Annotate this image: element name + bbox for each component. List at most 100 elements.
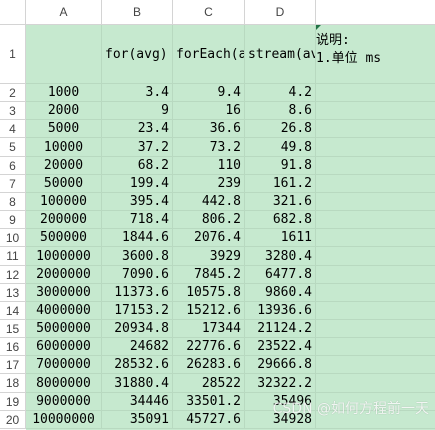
cell-stream-avg[interactable]: 6477.8: [245, 266, 316, 284]
cell-size[interactable]: 50000: [26, 175, 102, 193]
row-header[interactable]: 15: [0, 320, 26, 338]
column-header-c[interactable]: C: [173, 0, 245, 25]
row-header[interactable]: 8: [0, 193, 26, 211]
cell-empty[interactable]: [316, 120, 435, 138]
cell-stream-avg[interactable]: 26.8: [245, 120, 316, 138]
cell-stream-avg[interactable]: 3280.4: [245, 247, 316, 266]
cell-for-avg[interactable]: 68.2: [102, 157, 173, 175]
cell-foreach-avg[interactable]: 2076.4: [173, 229, 245, 247]
cell-stream-avg[interactable]: 29666.8: [245, 356, 316, 374]
cell-for-avg[interactable]: 24682: [102, 338, 173, 356]
cell-for-avg[interactable]: 37.2: [102, 138, 173, 157]
cell-for-avg[interactable]: 23.4: [102, 120, 173, 138]
cell-foreach-avg[interactable]: 806.2: [173, 211, 245, 229]
cell-size[interactable]: 200000: [26, 211, 102, 229]
row-header[interactable]: 2: [0, 84, 26, 102]
cell-size[interactable]: 20000: [26, 157, 102, 175]
cell-for-avg[interactable]: 395.4: [102, 193, 173, 211]
cell-empty[interactable]: [316, 302, 435, 320]
cell-empty[interactable]: [316, 338, 435, 356]
cell-for-avg[interactable]: 1844.6: [102, 229, 173, 247]
cell-b1-header[interactable]: for(avg): [102, 25, 173, 84]
cell-foreach-avg[interactable]: 22776.6: [173, 338, 245, 356]
cell-stream-avg[interactable]: 1611: [245, 229, 316, 247]
cell-size[interactable]: 6000000: [26, 338, 102, 356]
select-all-corner[interactable]: [0, 0, 26, 25]
cell-empty[interactable]: [316, 229, 435, 247]
cell-for-avg[interactable]: 11373.6: [102, 284, 173, 302]
row-header[interactable]: 6: [0, 157, 26, 175]
row-header[interactable]: 9: [0, 211, 26, 229]
cell-size[interactable]: 500000: [26, 229, 102, 247]
cell-foreach-avg[interactable]: 28522: [173, 374, 245, 393]
cell-size[interactable]: 5000: [26, 120, 102, 138]
cell-size[interactable]: 2000: [26, 102, 102, 120]
cell-size[interactable]: 1000: [26, 84, 102, 102]
cell-empty[interactable]: [316, 320, 435, 338]
cell-foreach-avg[interactable]: 33501.2: [173, 393, 245, 411]
cell-stream-avg[interactable]: 682.8: [245, 211, 316, 229]
cell-size[interactable]: 100000: [26, 193, 102, 211]
column-header-d[interactable]: D: [245, 0, 316, 25]
cell-a1[interactable]: [26, 25, 102, 84]
cell-for-avg[interactable]: 35091: [102, 411, 173, 429]
cell-foreach-avg[interactable]: 15212.6: [173, 302, 245, 320]
cell-foreach-avg[interactable]: 10575.8: [173, 284, 245, 302]
cell-stream-avg[interactable]: 9860.4: [245, 284, 316, 302]
cell-empty[interactable]: [316, 175, 435, 193]
cell-size[interactable]: 3000000: [26, 284, 102, 302]
cell-empty[interactable]: [316, 284, 435, 302]
column-header-b[interactable]: B: [102, 0, 173, 25]
cell-foreach-avg[interactable]: 17344: [173, 320, 245, 338]
cell-foreach-avg[interactable]: 7845.2: [173, 266, 245, 284]
cell-stream-avg[interactable]: 8.6: [245, 102, 316, 120]
cell-empty[interactable]: [316, 138, 435, 157]
cell-stream-avg[interactable]: 21124.2: [245, 320, 316, 338]
cell-foreach-avg[interactable]: 26283.6: [173, 356, 245, 374]
row-header[interactable]: 10: [0, 229, 26, 247]
row-header[interactable]: 5: [0, 138, 26, 157]
cell-for-avg[interactable]: 199.4: [102, 175, 173, 193]
cell-stream-avg[interactable]: 32322.2: [245, 374, 316, 393]
column-header-e[interactable]: [316, 0, 435, 25]
cell-foreach-avg[interactable]: 239: [173, 175, 245, 193]
cell-foreach-avg[interactable]: 442.8: [173, 193, 245, 211]
cell-stream-avg[interactable]: 91.8: [245, 157, 316, 175]
cell-empty[interactable]: [316, 84, 435, 102]
row-header[interactable]: 20: [0, 411, 26, 429]
cell-empty[interactable]: [316, 211, 435, 229]
cell-stream-avg[interactable]: 161.2: [245, 175, 316, 193]
cell-stream-avg[interactable]: 23522.4: [245, 338, 316, 356]
cell-empty[interactable]: [316, 266, 435, 284]
cell-size[interactable]: 10000000: [26, 411, 102, 429]
cell-empty[interactable]: [316, 102, 435, 120]
cell-d1-header[interactable]: stream(avg): [245, 25, 316, 84]
cell-size[interactable]: 5000000: [26, 320, 102, 338]
cell-foreach-avg[interactable]: 45727.6: [173, 411, 245, 429]
cell-empty[interactable]: [316, 374, 435, 393]
row-header[interactable]: 3: [0, 102, 26, 120]
cell-foreach-avg[interactable]: 9.4: [173, 84, 245, 102]
row-header[interactable]: 18: [0, 374, 26, 393]
row-header[interactable]: 12: [0, 266, 26, 284]
cell-stream-avg[interactable]: 321.6: [245, 193, 316, 211]
cell-size[interactable]: 10000: [26, 138, 102, 157]
cell-for-avg[interactable]: 3.4: [102, 84, 173, 102]
cell-c1-header[interactable]: forEach(avg): [173, 25, 245, 84]
row-header[interactable]: 4: [0, 120, 26, 138]
cell-size[interactable]: 4000000: [26, 302, 102, 320]
cell-for-avg[interactable]: 7090.6: [102, 266, 173, 284]
cell-for-avg[interactable]: 3600.8: [102, 247, 173, 266]
cell-size[interactable]: 9000000: [26, 393, 102, 411]
cell-stream-avg[interactable]: 4.2: [245, 84, 316, 102]
cell-for-avg[interactable]: 17153.2: [102, 302, 173, 320]
cell-size[interactable]: 2000000: [26, 266, 102, 284]
row-header[interactable]: 13: [0, 284, 26, 302]
row-header[interactable]: 16: [0, 338, 26, 356]
cell-foreach-avg[interactable]: 16: [173, 102, 245, 120]
cell-foreach-avg[interactable]: 36.6: [173, 120, 245, 138]
cell-for-avg[interactable]: 9: [102, 102, 173, 120]
cell-for-avg[interactable]: 20934.8: [102, 320, 173, 338]
column-header-a[interactable]: A: [26, 0, 102, 25]
cell-for-avg[interactable]: 718.4: [102, 211, 173, 229]
